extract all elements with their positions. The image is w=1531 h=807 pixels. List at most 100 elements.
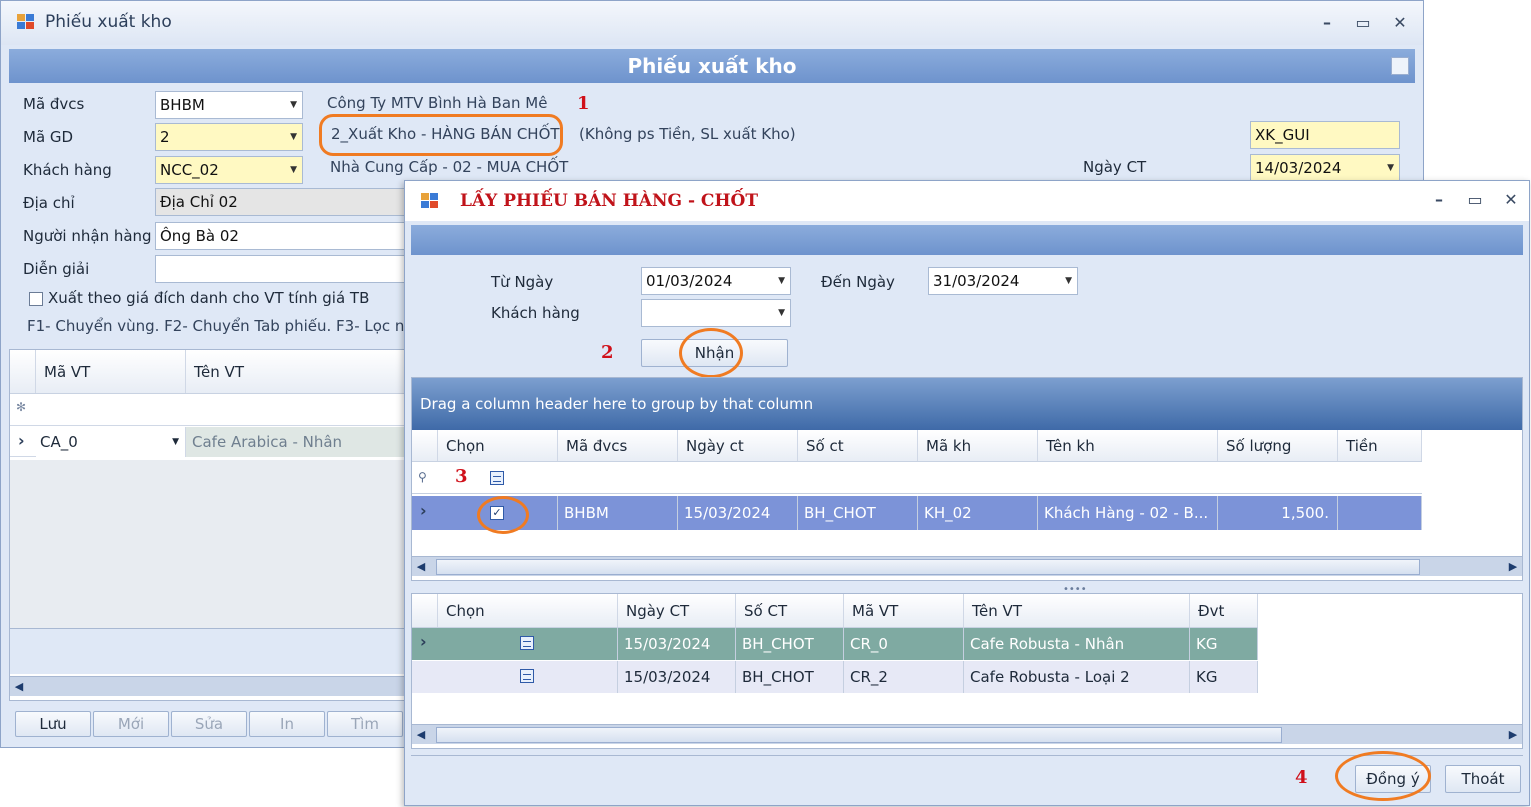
column-header-ma-dvcs[interactable]: Mã đvcs — [558, 430, 678, 461]
column-header-ma-kh[interactable]: Mã kh — [918, 430, 1038, 461]
tu-ngay-combo[interactable]: 01/03/2024 ▼ — [641, 267, 791, 295]
scroll-right-icon[interactable]: ▶ — [1504, 725, 1522, 745]
annotation-oval-2 — [679, 328, 743, 378]
nguoi-nhan-field[interactable]: Ông Bà 02 — [155, 222, 405, 250]
xuat-theo-gia-label: Xuất theo giá đích danh cho VT tính giá … — [48, 289, 370, 307]
items-grid-scrollbar[interactable]: ◀ — [10, 676, 404, 696]
column-header-so-ct[interactable]: Số ct — [798, 430, 918, 461]
nguoi-nhan-label: Người nhận hàng — [23, 227, 152, 245]
column-header-ten-kh[interactable]: Tên kh — [1038, 430, 1218, 461]
shortcut-hint: F1- Chuyển vùng. F2- Chuyển Tab phiếu. F… — [27, 317, 414, 335]
scrollbar-thumb[interactable] — [436, 727, 1282, 743]
xuat-theo-gia-checkbox[interactable] — [29, 292, 43, 306]
so-ct-cell: BH_CHOT — [736, 661, 844, 693]
row-header-cell — [412, 430, 438, 461]
table-row[interactable]: › CA_0 ▼ Cafe Arabica - Nhân — [10, 427, 404, 457]
phieu-grid-header: Chọn Mã đvcs Ngày ct Số ct Mã kh Tên kh … — [412, 430, 1422, 462]
ma-vt-value: CA_0 — [40, 433, 78, 451]
ngay-ct-label: Ngày CT — [1083, 158, 1147, 176]
chevron-down-icon: ▼ — [290, 132, 297, 142]
group-by-panel[interactable]: Drag a column header here to group by th… — [412, 378, 1522, 430]
so-ct-field[interactable]: XK_GUI — [1250, 121, 1400, 149]
find-button[interactable]: Tìm — [327, 711, 403, 737]
row-indicator-icon: › — [18, 431, 25, 450]
dialog-khach-hang-combo[interactable]: ▼ — [641, 299, 791, 327]
den-ngay-combo[interactable]: 31/03/2024 ▼ — [928, 267, 1078, 295]
column-header-dvt[interactable]: Đvt — [1190, 594, 1258, 627]
phieu-grid-scrollbar[interactable]: ◀ ▶ — [412, 556, 1522, 576]
column-header-ma-vt[interactable]: Mã VT — [844, 594, 964, 627]
tien-cell — [1338, 496, 1422, 530]
column-header-so-luong[interactable]: Số lượng — [1218, 430, 1338, 461]
so-ct-value: XK_GUI — [1255, 126, 1310, 144]
table-row[interactable]: › ✓ BHBM 15/03/2024 BH_CHOT KH_02 Khách … — [412, 496, 1422, 530]
new-button[interactable]: Mới — [93, 711, 169, 737]
annotation-oval-3 — [477, 496, 529, 534]
close-button[interactable]: ✕ — [1499, 188, 1523, 212]
chevron-down-icon: ▼ — [1065, 276, 1072, 286]
column-header-ten-vt[interactable]: Tên VT — [186, 350, 404, 393]
filter-chon-icon[interactable] — [490, 471, 504, 485]
restore-panel-icon[interactable] — [1391, 57, 1409, 75]
chon-cell[interactable] — [438, 628, 618, 660]
ma-vt-cell: CR_2 — [844, 661, 964, 693]
scroll-right-icon[interactable]: ▶ — [1504, 557, 1522, 577]
row-indicator-icon: › — [420, 632, 427, 651]
den-ngay-label: Đến Ngày — [821, 273, 895, 291]
splitter[interactable]: •••• — [411, 584, 1523, 595]
save-button[interactable]: Lưu — [15, 711, 91, 737]
filter-row[interactable]: ⚲ — [412, 462, 1422, 494]
dialog-header-band — [411, 225, 1523, 255]
scroll-left-icon[interactable]: ◀ — [412, 725, 430, 745]
ten-vt-cell[interactable]: Cafe Arabica - Nhân — [186, 427, 404, 457]
tu-ngay-label: Từ Ngày — [491, 273, 554, 291]
ma-dvcs-combo[interactable]: BHBM ▼ — [155, 91, 303, 119]
so-ct-cell: BH_CHOT — [736, 628, 844, 660]
ma-gd-combo[interactable]: 2 ▼ — [155, 123, 303, 151]
ma-gd-note: (Không ps Tiền, SL xuất Kho) — [579, 125, 796, 143]
chevron-down-icon: ▼ — [172, 437, 179, 447]
dien-giai-field[interactable] — [155, 255, 405, 283]
den-ngay-value: 31/03/2024 — [933, 272, 1020, 290]
ngay-ct-combo[interactable]: 14/03/2024 ▼ — [1250, 154, 1400, 182]
chi-tiet-grid-scrollbar[interactable]: ◀ ▶ — [412, 724, 1522, 744]
maximize-button[interactable]: ▭ — [1463, 188, 1487, 212]
tu-ngay-value: 01/03/2024 — [646, 272, 733, 290]
column-header-chon[interactable]: Chọn — [438, 430, 558, 461]
khach-hang-combo[interactable]: NCC_02 ▼ — [155, 156, 303, 184]
ma-kh-cell: KH_02 — [918, 496, 1038, 530]
column-header-ten-vt[interactable]: Tên VT — [964, 594, 1190, 627]
table-row[interactable]: › 15/03/2024 BH_CHOT CR_0 Cafe Robusta -… — [412, 628, 1258, 660]
table-row[interactable]: 15/03/2024 BH_CHOT CR_2 Cafe Robusta - L… — [412, 661, 1258, 693]
dvt-cell: KG — [1190, 661, 1258, 693]
scroll-left-icon[interactable]: ◀ — [10, 677, 28, 697]
ten-vt-cell: Cafe Robusta - Loại 2 — [964, 661, 1190, 693]
chon-cell[interactable] — [438, 661, 618, 693]
ma-vt-cell[interactable]: CA_0 ▼ — [36, 427, 186, 457]
column-header-ngay-ct[interactable]: Ngày CT — [618, 594, 736, 627]
exit-button[interactable]: Thoát — [1445, 765, 1521, 793]
ten-kh-cell: Khách Hàng - 02 - B... — [1038, 496, 1218, 530]
ma-gd-value: 2 — [160, 128, 170, 146]
column-header-ngay-ct[interactable]: Ngày ct — [678, 430, 798, 461]
print-button[interactable]: In — [249, 711, 325, 737]
edit-button[interactable]: Sửa — [171, 711, 247, 737]
dialog-khach-hang-label: Khách hàng — [491, 304, 580, 322]
new-item-row[interactable]: ✻ — [10, 394, 404, 426]
column-header-tien[interactable]: Tiền — [1338, 430, 1422, 461]
minimize-button[interactable]: – — [1315, 11, 1339, 35]
unchecked-checkbox-icon[interactable] — [520, 636, 534, 650]
minimize-button[interactable]: – — [1427, 188, 1451, 212]
close-button[interactable]: ✕ — [1388, 11, 1412, 35]
column-header-so-ct[interactable]: Số CT — [736, 594, 844, 627]
dia-chi-field[interactable]: Địa Chỉ 02 — [155, 188, 405, 216]
unchecked-checkbox-icon[interactable] — [520, 669, 534, 683]
scroll-left-icon[interactable]: ◀ — [412, 557, 430, 577]
chevron-down-icon: ▼ — [290, 165, 297, 175]
column-header-chon[interactable]: Chọn — [438, 594, 618, 627]
scrollbar-thumb[interactable] — [436, 559, 1420, 575]
phieu-grid: Drag a column header here to group by th… — [411, 377, 1523, 581]
maximize-button[interactable]: ▭ — [1351, 11, 1375, 35]
khach-hang-value: NCC_02 — [160, 161, 219, 179]
column-header-ma-vt[interactable]: Mã VT — [36, 350, 186, 393]
